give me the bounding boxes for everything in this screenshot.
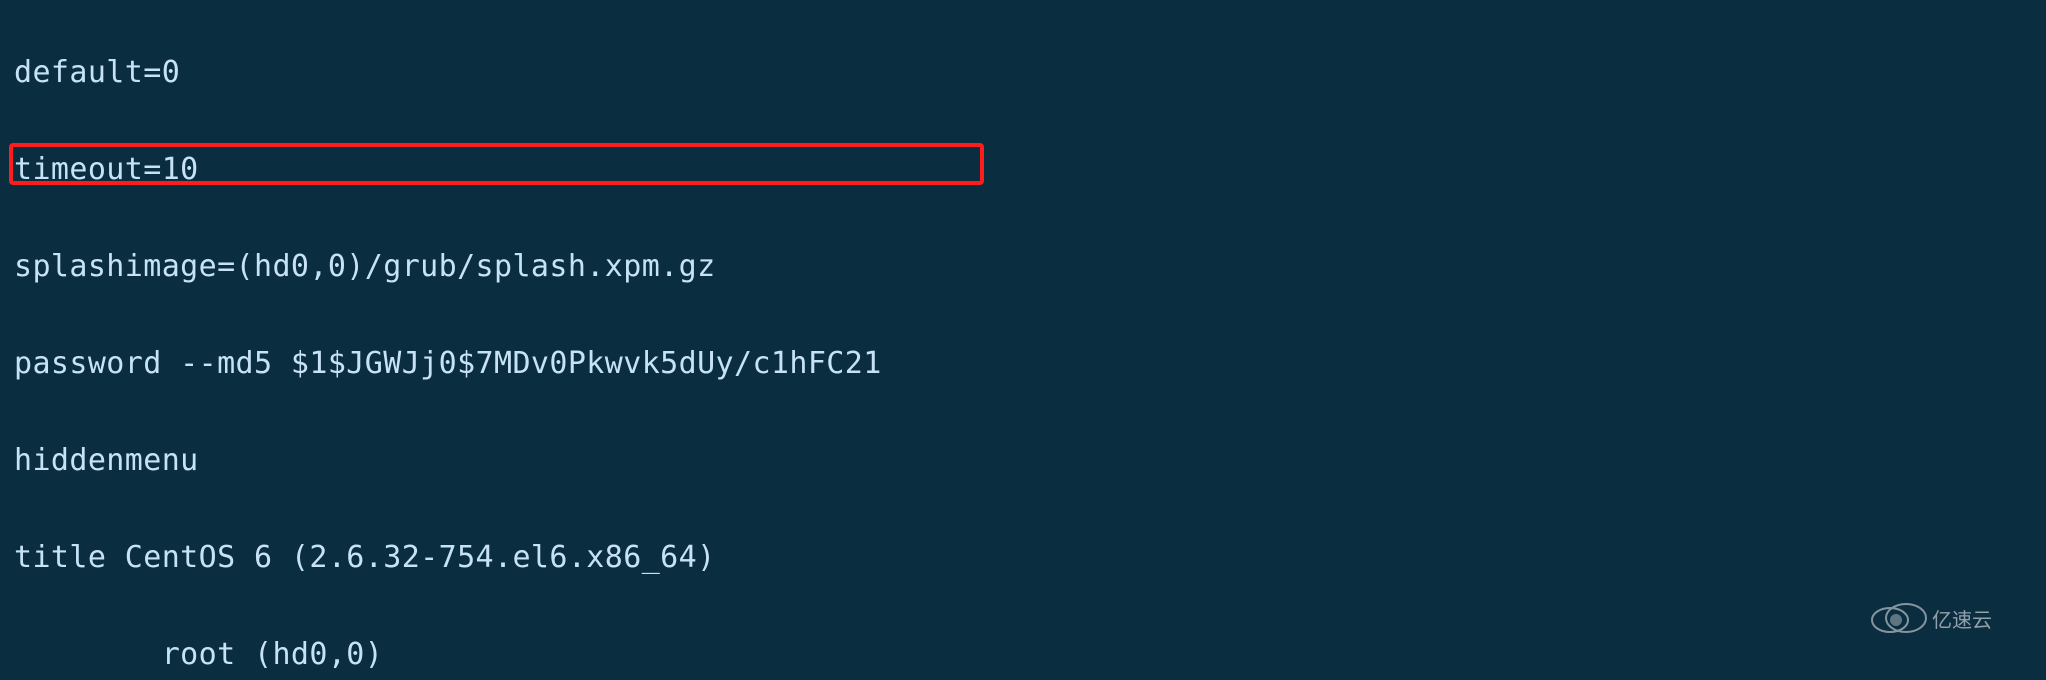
- config-line-root: root (hd0,0): [14, 631, 2032, 680]
- config-line-default: default=0: [14, 49, 2032, 98]
- config-line-title: title CentOS 6 (2.6.32-754.el6.x86_64): [14, 534, 2032, 583]
- config-line-splashimage: splashimage=(hd0,0)/grub/splash.xpm.gz: [14, 243, 2032, 292]
- config-line-password: password --md5 $1$JGWJj0$7MDv0Pkwvk5dUy/…: [14, 340, 2032, 389]
- config-line-timeout: timeout=10: [14, 146, 2032, 195]
- terminal-output: default=0 timeout=10 splashimage=(hd0,0)…: [0, 0, 2046, 680]
- config-line-hiddenmenu: hiddenmenu: [14, 437, 2032, 486]
